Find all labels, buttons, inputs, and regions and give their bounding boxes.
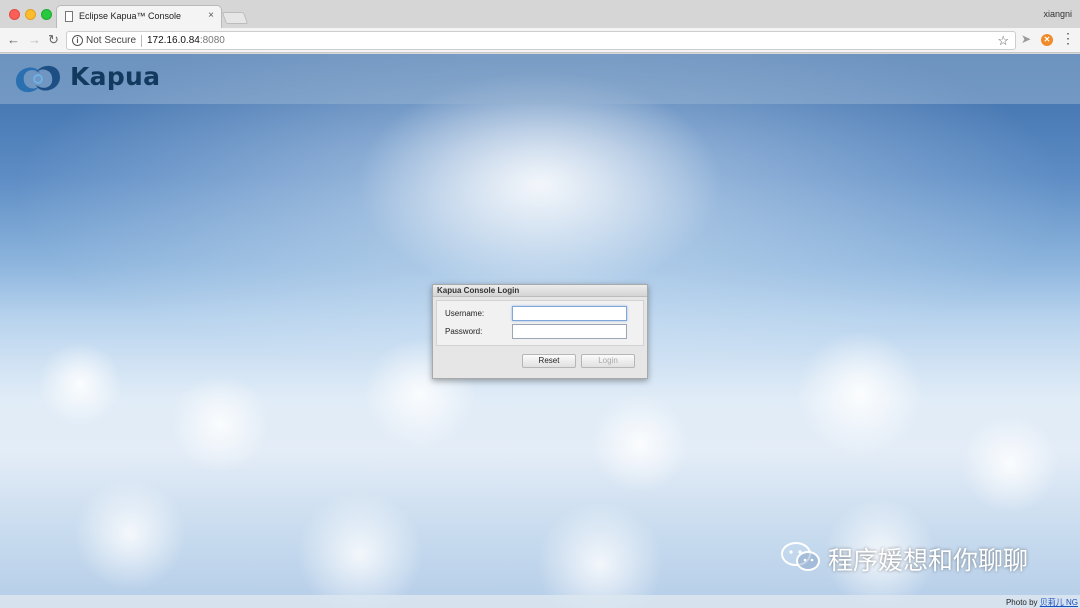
minimize-window-button[interactable]: [25, 9, 36, 20]
maximize-window-button[interactable]: [41, 9, 52, 20]
info-icon[interactable]: i: [72, 35, 83, 46]
logo-text: Kapua: [70, 62, 161, 91]
reload-icon[interactable]: ↻: [48, 32, 59, 48]
browser-toolbar: ← → ↻ i Not Secure 172.16.0.84:8080 ☆: [0, 28, 1080, 53]
forward-icon[interactable]: →: [28, 32, 41, 48]
photo-credit-bar: Photo by 贝莉儿 NG: [0, 595, 1080, 608]
login-form: Username: Password:: [436, 300, 644, 346]
url-host: 172.16.0.84: [147, 35, 200, 46]
login-dialog-title: Kapua Console Login: [437, 286, 520, 295]
reset-button[interactable]: Reset: [522, 354, 576, 368]
login-dialog-header: Kapua Console Login: [433, 285, 647, 297]
page-icon: [65, 11, 73, 22]
photo-credit: Photo by 贝莉儿 NG: [1006, 597, 1078, 608]
tab-close-icon[interactable]: ×: [208, 10, 214, 21]
url-port: :8080: [199, 35, 225, 46]
close-window-button[interactable]: [9, 9, 20, 20]
password-label: Password:: [445, 327, 483, 336]
watermark-text: 程序媛想和你聊聊: [828, 546, 1029, 575]
login-button[interactable]: Login: [581, 354, 635, 368]
login-dialog: Kapua Console Login Username: Password: …: [432, 284, 648, 379]
security-label[interactable]: Not Secure: [86, 35, 136, 46]
bookmark-star-icon[interactable]: ☆: [997, 33, 1009, 49]
new-tab-button[interactable]: [221, 12, 249, 24]
url-text[interactable]: 172.16.0.84:8080: [147, 35, 225, 46]
send-extension-icon[interactable]: ➤: [1021, 32, 1031, 46]
profile-name[interactable]: xiangni: [1043, 9, 1072, 19]
username-input[interactable]: [512, 306, 627, 321]
photo-credit-label: Photo by: [1005, 598, 1038, 607]
browser-titlebar: Eclipse Kapua™ Console × xiangni: [0, 0, 1080, 28]
browser-tab[interactable]: Eclipse Kapua™ Console ×: [56, 5, 222, 28]
extension-icon[interactable]: ✕: [1041, 34, 1053, 46]
address-bar[interactable]: i Not Secure 172.16.0.84:8080 ☆: [66, 31, 1016, 50]
address-divider: [141, 35, 142, 47]
back-icon[interactable]: ←: [7, 32, 20, 48]
tab-title: Eclipse Kapua™ Console: [79, 11, 182, 21]
kapua-logo-icon: [16, 65, 60, 93]
username-label: Username:: [445, 309, 485, 318]
page-content: Kapua Kapua Console Login Username: Pass…: [0, 54, 1080, 608]
password-input[interactable]: [512, 324, 627, 339]
browser-menu-icon[interactable]: ⋮: [1061, 31, 1075, 45]
wechat-icon: [781, 542, 820, 571]
photo-author-link[interactable]: 贝莉儿 NG: [1040, 598, 1078, 607]
app-header: Kapua: [0, 54, 1080, 104]
